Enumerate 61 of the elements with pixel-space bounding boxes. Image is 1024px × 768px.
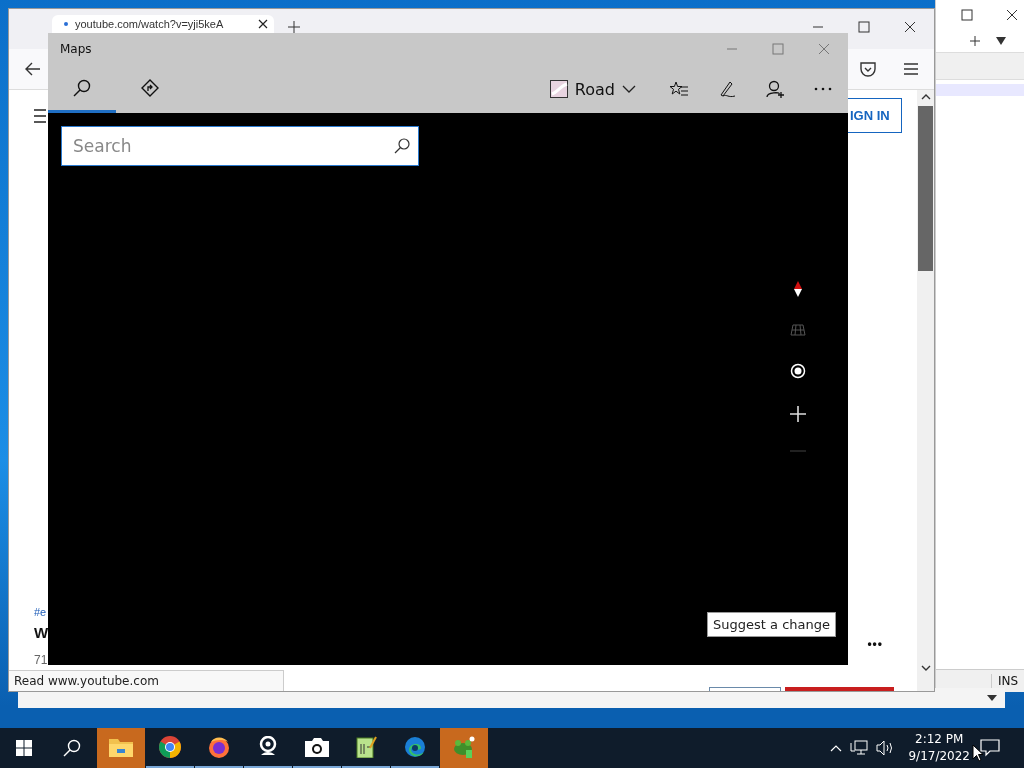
dropdown-icon[interactable] (996, 37, 1006, 45)
pocket-icon[interactable] (860, 61, 876, 77)
maximize-icon[interactable] (961, 9, 973, 21)
volume-icon[interactable] (876, 740, 895, 756)
edge-icon (404, 736, 426, 758)
chevron-down-icon (622, 85, 636, 93)
dropdown-icon[interactable] (987, 695, 997, 701)
scroll-up-icon[interactable] (920, 94, 931, 100)
scrollbar-thumb[interactable] (918, 106, 933, 271)
grid-tilt-icon[interactable] (790, 324, 806, 336)
frog-icon (452, 736, 476, 758)
maximize-icon[interactable] (858, 21, 870, 33)
close-icon[interactable] (904, 21, 916, 33)
location-icon[interactable] (790, 363, 806, 379)
browser-tab[interactable]: youtube.com/watch?v=yji5keA (52, 15, 274, 33)
video-title: W (34, 624, 49, 641)
windows-logo-icon (16, 740, 32, 756)
firefox-icon (208, 736, 230, 758)
notifications-icon[interactable] (980, 739, 1000, 757)
zoom-in-icon[interactable] (790, 406, 806, 422)
network-icon[interactable] (850, 740, 869, 756)
plus-icon[interactable] (970, 36, 980, 46)
directions-icon (141, 78, 159, 97)
view-count: 71 (34, 653, 48, 667)
search-field[interactable]: Search (61, 126, 419, 166)
suggest-change-button[interactable]: Suggest a change (707, 612, 836, 637)
time-text: 2:12 PM (915, 731, 964, 748)
scrollbar[interactable] (917, 90, 934, 691)
menu-icon[interactable] (34, 108, 46, 123)
road-map-icon (549, 80, 568, 98)
map-view[interactable]: Search Suggest a change (48, 113, 848, 665)
pen-icon[interactable] (718, 80, 736, 98)
new-tab-icon[interactable] (288, 21, 300, 33)
hashtag-link[interactable]: #e (34, 606, 47, 618)
sign-in-button[interactable]: IGN IN (848, 98, 902, 133)
more-button[interactable]: ••• (867, 637, 883, 651)
more-icon[interactable] (814, 87, 832, 91)
clock[interactable]: 2:12 PM 9/17/2022 (908, 731, 970, 765)
map-style-dropdown[interactable]: Road (549, 79, 636, 99)
window-title: Maps (60, 42, 92, 56)
outlined-button[interactable] (709, 687, 781, 691)
search-icon[interactable] (394, 138, 410, 154)
menu-icon[interactable] (904, 63, 918, 75)
camera-icon (305, 737, 329, 757)
chrome-icon (159, 736, 181, 758)
webcam-icon (257, 736, 279, 758)
folder-icon (109, 737, 133, 757)
scroll-down-icon[interactable] (920, 665, 931, 671)
mouse-cursor-icon (972, 744, 984, 762)
search-icon (63, 739, 81, 757)
compass-icon[interactable] (794, 281, 802, 297)
notepad-icon (355, 736, 377, 758)
close-icon[interactable] (1006, 9, 1018, 21)
date-text: 9/17/2022 (908, 748, 970, 765)
back-icon[interactable] (25, 62, 41, 76)
search-icon (73, 78, 91, 97)
status-text: Read www.youtube.com (9, 670, 284, 691)
favorites-icon[interactable] (670, 81, 688, 97)
close-icon[interactable] (258, 19, 268, 29)
chevron-up-icon[interactable] (830, 744, 843, 752)
add-person-icon[interactable] (766, 80, 784, 98)
